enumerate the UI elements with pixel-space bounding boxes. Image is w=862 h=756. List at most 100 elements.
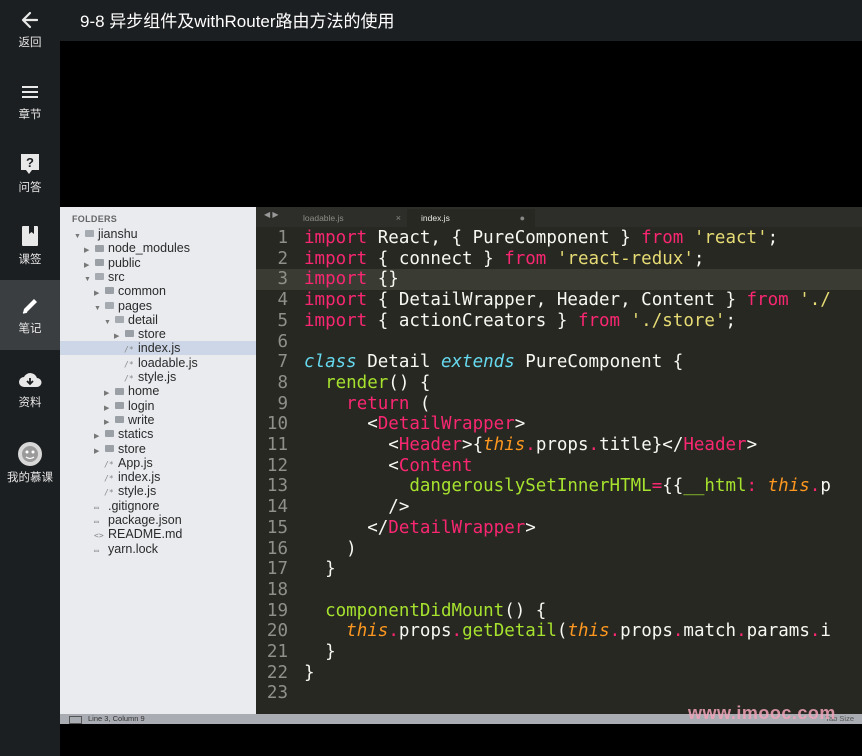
- code-line[interactable]: 14 />: [256, 497, 862, 518]
- tree-file[interactable]: ▭ .gitignore: [94, 499, 159, 513]
- line-number: 12: [266, 455, 288, 476]
- code-line[interactable]: 21 }: [256, 642, 862, 663]
- tree-file[interactable]: /* App.js: [104, 456, 153, 470]
- tree-file[interactable]: <> README.md: [94, 527, 182, 541]
- code-line[interactable]: 16 ): [256, 539, 862, 560]
- chevron-right-icon[interactable]: ▶: [84, 259, 92, 273]
- tab-loadable[interactable]: loadable.js ×: [289, 209, 411, 227]
- sidebar-item-label: 返回: [18, 37, 42, 49]
- tree-item-label: yarn.lock: [108, 541, 159, 556]
- tree-folder[interactable]: ▶ store: [114, 327, 166, 341]
- tree-folder[interactable]: ▶ home: [104, 384, 159, 398]
- code-line[interactable]: 23: [256, 683, 862, 704]
- tree-folder[interactable]: ▶ store: [94, 442, 146, 456]
- folder-sidebar: FOLDERS ▼ jianshu ▶ node_modules ▶ public ▼ src…: [60, 207, 383, 714]
- code-line[interactable]: 15 </DetailWrapper>: [256, 518, 862, 539]
- code-text: import { DetailWrapper, Header, Content …: [304, 290, 831, 311]
- tree-item-label: detail: [128, 312, 158, 327]
- chevron-down-icon[interactable]: ▼: [104, 316, 112, 330]
- chevron-right-icon[interactable]: ▶: [94, 287, 102, 301]
- tree-item-label: index.js: [138, 341, 181, 356]
- tree-item-label: src: [108, 269, 125, 284]
- code-line[interactable]: 5 import { actionCreators } from './store…: [256, 311, 862, 332]
- tree-folder[interactable]: ▶ write: [104, 413, 154, 427]
- tree-item-label: loadable.js: [138, 355, 198, 370]
- tree-file[interactable]: /* index.js: [60, 341, 383, 356]
- tree-folder[interactable]: ▼ jianshu: [74, 227, 138, 241]
- tree-folder[interactable]: ▶ common: [94, 284, 166, 298]
- chevron-right-icon[interactable]: ▶: [94, 430, 102, 444]
- tree-file[interactable]: /* style.js: [124, 370, 176, 384]
- chevron-right-icon[interactable]: ▶: [104, 387, 112, 401]
- code-line[interactable]: 19 componentDidMount() {: [256, 601, 862, 622]
- sidebar-item-notes[interactable]: 笔记: [0, 280, 60, 350]
- code-line[interactable]: 11 <Header>{this.props.title}</Header>: [256, 435, 862, 456]
- code-line[interactable]: 17 }: [256, 559, 862, 580]
- tree-folder[interactable]: ▼ pages: [94, 299, 152, 313]
- code-line[interactable]: 2 import { connect } from 'react-redux';: [256, 249, 862, 270]
- code-line[interactable]: 6: [256, 332, 862, 353]
- close-icon[interactable]: ×: [396, 209, 401, 227]
- chevron-right-icon[interactable]: ▶: [104, 416, 112, 430]
- tree-folder[interactable]: ▶ statics: [94, 427, 153, 441]
- chevron-down-icon[interactable]: ▼: [94, 302, 102, 316]
- tree-folder[interactable]: ▼ src: [84, 270, 125, 284]
- chevron-down-icon[interactable]: ▼: [84, 273, 92, 287]
- line-number: 9: [277, 393, 288, 414]
- tree-folder[interactable]: ▼ detail: [104, 313, 158, 327]
- line-number: 20: [266, 621, 288, 642]
- chevron-right-icon[interactable]: ▶: [114, 330, 122, 344]
- sidebar-item-label: 问答: [18, 182, 42, 194]
- tree-file[interactable]: /* style.js: [104, 484, 156, 498]
- tree-item-label: public: [108, 255, 141, 270]
- tree-item-label: write: [128, 412, 155, 427]
- folder-icon: [115, 416, 124, 424]
- video-player[interactable]: FOLDERS ▼ jianshu ▶ node_modules ▶ public ▼ src…: [60, 41, 862, 756]
- chevron-right-icon[interactable]: ▶: [104, 402, 112, 416]
- chevron-right-icon[interactable]: ▶: [94, 445, 102, 459]
- code-line[interactable]: 12 <Content: [256, 456, 862, 477]
- sidebar-item-my-mooc[interactable]: 我的慕课: [0, 432, 60, 502]
- code-line[interactable]: 20 this.props.getDetail(this.props.match…: [256, 621, 862, 642]
- sidebar-item-bookmarks[interactable]: 课签: [0, 216, 60, 286]
- code-line[interactable]: 1 import React, { PureComponent } from 'r…: [256, 228, 862, 249]
- tree-file[interactable]: /* index.js: [104, 470, 160, 484]
- tab-index[interactable]: index.js ●: [407, 209, 535, 227]
- code-line[interactable]: 9 return (: [256, 394, 862, 415]
- code-line[interactable]: 13 dangerouslySetInnerHTML={{__html: thi…: [256, 476, 862, 497]
- file-icon: ▭: [94, 545, 99, 555]
- code-line[interactable]: 8 render() {: [256, 373, 862, 394]
- sidebar-item-qa[interactable]: ? 问答: [0, 144, 60, 214]
- line-number: 16: [266, 538, 288, 559]
- line-number: 21: [266, 642, 288, 662]
- tree-folder[interactable]: ▶ public: [84, 256, 141, 270]
- monitor-icon: [69, 716, 82, 724]
- folders-title: FOLDERS: [72, 214, 118, 224]
- code-line[interactable]: 7 class Detail extends PureComponent {: [256, 352, 862, 373]
- sidebar-item-resources[interactable]: 资料: [0, 360, 60, 430]
- code-line[interactable]: 4 import { DetailWrapper, Header, Content…: [256, 290, 862, 311]
- tree-item-label: style.js: [138, 370, 177, 384]
- code-line[interactable]: 3 import {}: [256, 269, 862, 291]
- sidebar-item-back[interactable]: 返回: [0, 0, 60, 70]
- editor-screenshot: FOLDERS ▼ jianshu ▶ node_modules ▶ public ▼ src…: [60, 207, 862, 724]
- tree-file[interactable]: ▭ yarn.lock: [94, 542, 158, 556]
- file-icon: ▭: [94, 502, 99, 512]
- line-number: 1: [277, 228, 288, 248]
- folder-icon: [95, 273, 104, 281]
- code-area[interactable]: 1 import React, { PureComponent } from 'r…: [256, 227, 862, 714]
- sidebar-item-chapters[interactable]: 章节: [0, 72, 60, 142]
- code-line[interactable]: 10 <DetailWrapper>: [256, 414, 862, 435]
- tree-file[interactable]: ▭ package.json: [94, 513, 182, 527]
- code-text: }: [304, 662, 315, 683]
- tree-folder[interactable]: ▶ login: [104, 399, 154, 413]
- unsaved-dot-icon[interactable]: ●: [520, 209, 525, 227]
- code-line[interactable]: 18: [256, 580, 862, 601]
- tree-folder[interactable]: ▶ node_modules: [84, 241, 190, 255]
- tree-file[interactable]: /* loadable.js: [124, 356, 198, 370]
- code-line[interactable]: 22}: [256, 663, 862, 684]
- code-text: import React, { PureComponent } from 're…: [304, 228, 779, 248]
- chevron-down-icon[interactable]: ▼: [74, 230, 82, 244]
- tree-item-label: package.json: [108, 513, 182, 527]
- chevron-right-icon[interactable]: ▶: [84, 244, 92, 258]
